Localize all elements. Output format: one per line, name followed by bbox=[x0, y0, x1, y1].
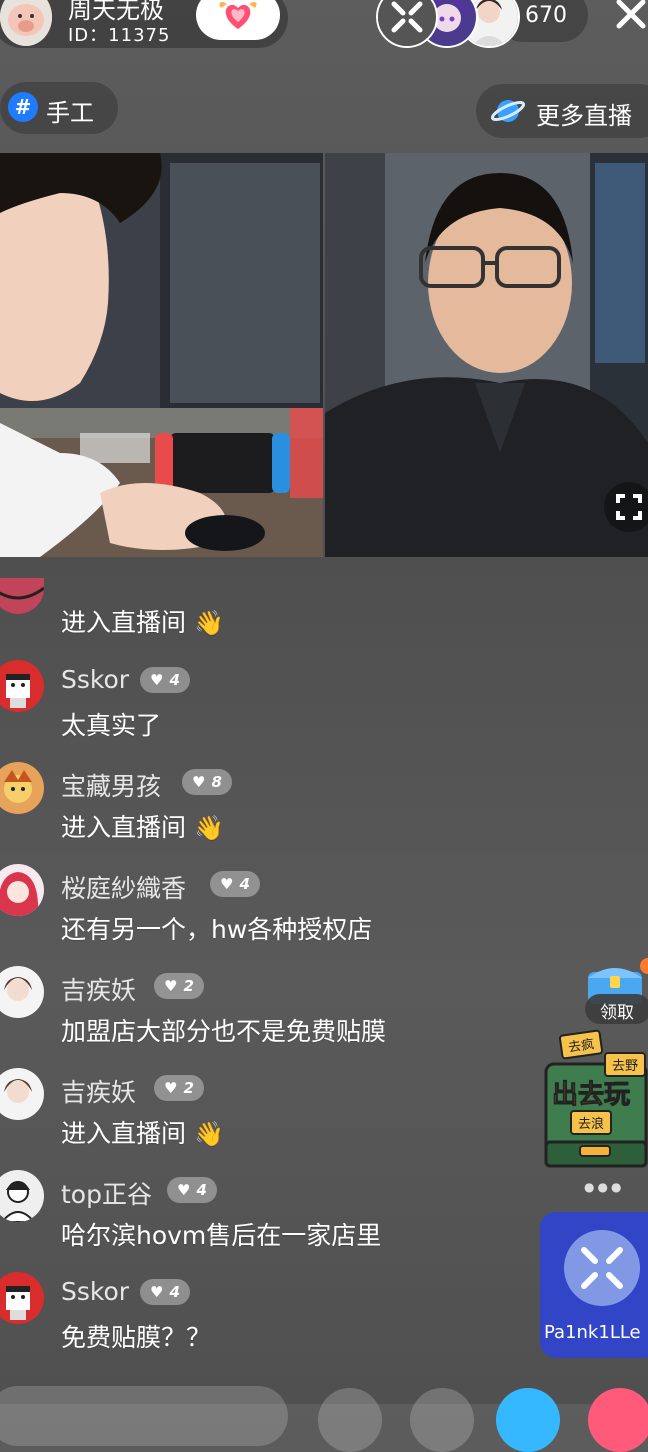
video-feed-left[interactable] bbox=[0, 153, 323, 557]
planet-icon bbox=[490, 94, 526, 128]
chat-avatar[interactable] bbox=[0, 966, 44, 1018]
topic-tag-label: 手工 bbox=[46, 99, 94, 127]
chat-username[interactable]: 桜庭紗織香 bbox=[61, 869, 186, 905]
more-button[interactable] bbox=[410, 1388, 474, 1452]
heart-icon: ♥ bbox=[164, 977, 178, 995]
chat-avatar[interactable] bbox=[0, 1170, 44, 1222]
viewer-count[interactable]: 670 bbox=[525, 3, 567, 28]
level-badge: ♥ 4 bbox=[210, 871, 260, 897]
chat-avatar[interactable] bbox=[0, 762, 44, 814]
heart-icon: ♥ bbox=[150, 671, 164, 689]
chat-message: 进入直播间 👋 bbox=[61, 813, 224, 842]
level-badge: ♥ 4 bbox=[140, 667, 190, 693]
wave-hand-icon: 👋 bbox=[193, 609, 224, 637]
chat-avatar[interactable] bbox=[0, 1068, 44, 1120]
heart-icon: ♥ bbox=[220, 875, 234, 893]
follow-button[interactable] bbox=[196, 0, 280, 40]
level-badge: ♥ 2 bbox=[154, 973, 204, 999]
level-badge: ♥ 4 bbox=[167, 1177, 217, 1203]
comment-input[interactable] bbox=[0, 1386, 288, 1446]
pk-username: Pa1nk1LLe bbox=[544, 1322, 641, 1343]
chat-message: 还有另一个，hw各种授权店 bbox=[61, 915, 373, 944]
hash-icon: # bbox=[8, 92, 38, 122]
heart-icon: ♥ bbox=[192, 773, 206, 791]
video-feed-right[interactable] bbox=[325, 153, 648, 557]
chat-avatar[interactable] bbox=[0, 1272, 44, 1324]
chat-message: 加盟店大部分也不是免费贴膜 bbox=[61, 1017, 387, 1046]
wave-hand-icon: 👋 bbox=[193, 1120, 224, 1148]
chat-message: 进入直播间 👋 bbox=[61, 1119, 224, 1148]
carousel-dots: ●●● bbox=[584, 1180, 625, 1194]
gift-button[interactable] bbox=[588, 1388, 648, 1452]
chat-username[interactable]: 吉疾妖 bbox=[61, 971, 136, 1007]
chat-username[interactable]: Sskor bbox=[61, 665, 129, 694]
share-button[interactable] bbox=[318, 1388, 382, 1452]
chat-message: 太真实了 bbox=[61, 711, 162, 740]
heart-icon: ♥ bbox=[177, 1181, 191, 1199]
chat-username[interactable]: 吉疾妖 bbox=[61, 1073, 136, 1109]
chat-username[interactable]: top正谷 bbox=[61, 1175, 152, 1211]
host-id: ID：11375 bbox=[68, 25, 171, 46]
fullscreen-icon[interactable] bbox=[604, 482, 648, 532]
heart-icon: ♥ bbox=[150, 1283, 164, 1301]
wave-hand-icon: 👋 bbox=[193, 814, 224, 842]
chat-avatar[interactable] bbox=[0, 578, 44, 614]
chat-avatar[interactable] bbox=[0, 864, 44, 916]
claim-label: 领取 bbox=[600, 1003, 634, 1023]
chat-username[interactable]: Sskor bbox=[61, 1277, 129, 1306]
heart-icon: ♥ bbox=[164, 1079, 178, 1097]
close-icon[interactable] bbox=[609, 0, 648, 40]
level-badge: ♥ 4 bbox=[140, 1279, 190, 1305]
level-badge: ♥ 8 bbox=[182, 769, 232, 795]
chat-username[interactable]: 宝藏男孩 bbox=[61, 767, 161, 803]
promo-title: 出去玩 bbox=[551, 1080, 631, 1111]
chat-message: 进入直播间 👋 bbox=[61, 608, 224, 637]
heart-icon bbox=[219, 2, 257, 29]
chat-message: 免费贴膜？？ bbox=[61, 1323, 212, 1352]
interact-button[interactable] bbox=[496, 1388, 560, 1452]
chat-avatar[interactable] bbox=[0, 660, 44, 712]
more-live-label: 更多直播 bbox=[536, 102, 632, 130]
promo-tag: 去浪 bbox=[570, 1110, 613, 1135]
chat-message: 哈尔滨hovm售后在一家店里 bbox=[61, 1221, 382, 1250]
level-badge: ♥ 2 bbox=[154, 1075, 204, 1101]
